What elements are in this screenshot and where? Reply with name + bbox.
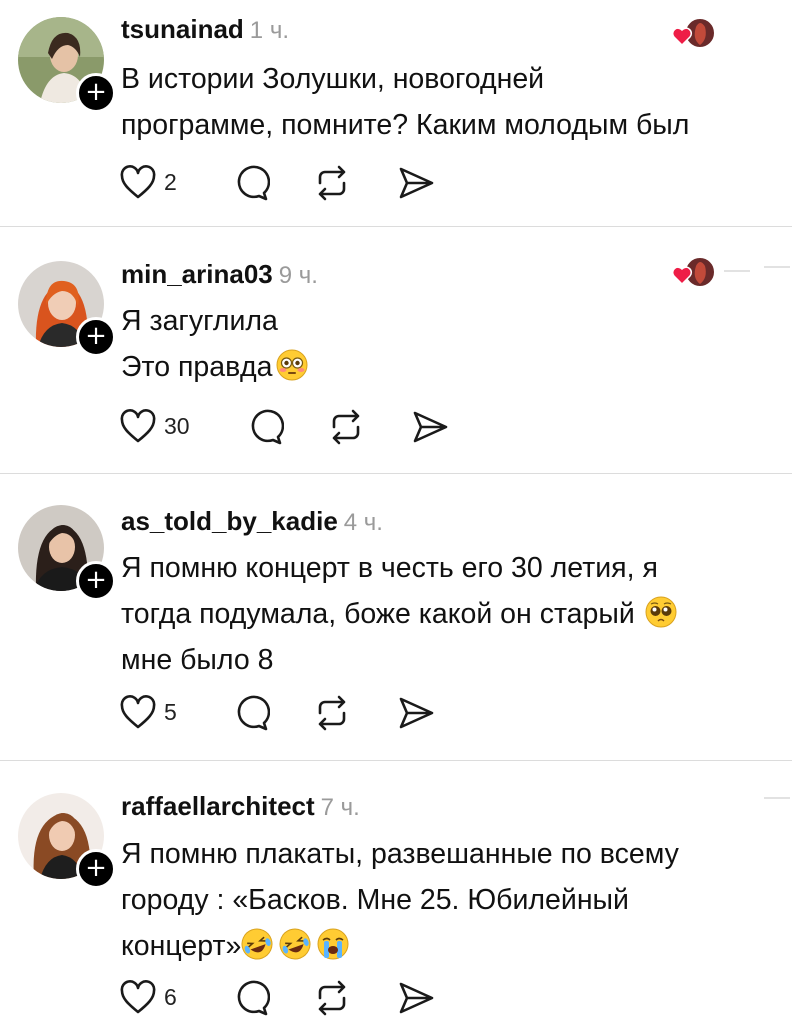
username[interactable]: min_arina03 <box>121 259 273 289</box>
comment-text: Я помню концерт в честь его 30 летия, я … <box>121 545 761 683</box>
follow-plus-icon[interactable]: + <box>76 73 116 113</box>
divider <box>0 473 792 474</box>
timestamp: 9 ч. <box>278 262 318 289</box>
comment-text: Я помню плакаты, развешанные по всему го… <box>121 831 761 969</box>
heart-outline-icon <box>120 165 156 199</box>
comment-text: В истории Золушки, новогодней программе,… <box>121 56 761 148</box>
like-button[interactable]: 2 <box>118 163 188 203</box>
like-count: 6 <box>164 984 177 1010</box>
reply-button[interactable] <box>244 407 284 447</box>
username[interactable]: as_told_by_kadie <box>121 506 338 536</box>
menu-dash <box>764 266 790 268</box>
repost-icon <box>332 409 360 445</box>
menu-dash <box>724 270 750 272</box>
comment-text-line: Я помню концерт в честь его 30 летия, я <box>121 552 658 584</box>
pleading-face-emoji <box>645 596 677 628</box>
speech-bubble-icon <box>237 695 270 731</box>
comment-text: Я загуглила Это правда <box>121 298 761 390</box>
like-button[interactable]: 6 <box>118 978 188 1018</box>
like-count: 5 <box>164 699 177 725</box>
comment-text-line: концерт» <box>121 923 761 969</box>
comment-header: tsunainad 1 ч. <box>121 14 289 45</box>
send-icon <box>413 411 448 443</box>
speech-bubble-icon <box>237 165 270 201</box>
avatar-container[interactable]: + <box>18 505 116 601</box>
reply-button[interactable] <box>230 978 270 1018</box>
like-button[interactable]: 5 <box>118 693 188 733</box>
comment-text-line: мне было 8 <box>121 644 274 676</box>
send-icon <box>399 982 434 1014</box>
timestamp: 7 ч. <box>320 794 360 821</box>
comment-text-line: Я загуглила <box>121 305 278 337</box>
repost-icon <box>318 980 346 1016</box>
follow-plus-icon[interactable]: + <box>76 561 116 601</box>
reply-button[interactable] <box>230 163 270 203</box>
username[interactable]: raffaellarchitect <box>121 791 315 821</box>
repost-icon <box>318 695 346 731</box>
like-count: 30 <box>164 413 190 439</box>
timestamp: 4 ч. <box>343 509 383 536</box>
loudly-crying-face-emoji <box>317 928 349 960</box>
menu-dash <box>764 797 790 799</box>
comment-header: as_told_by_kadie 4 ч. <box>121 506 383 537</box>
heart-outline-icon <box>120 980 156 1014</box>
timestamp: 1 ч. <box>249 17 289 44</box>
comment-text-line: программе, помните? Каким молодым был <box>121 109 690 141</box>
comment-text-line: городу : «Басков. Мне 25. Юбилейный <box>121 884 629 916</box>
repost-button[interactable] <box>312 693 352 733</box>
liked-by-author-indicator <box>671 256 718 290</box>
heart-outline-icon <box>120 409 156 443</box>
send-icon <box>399 697 434 729</box>
comment-header: raffaellarchitect 7 ч. <box>121 791 360 822</box>
follow-plus-icon[interactable]: + <box>76 849 116 889</box>
avatar-container[interactable]: + <box>18 261 116 357</box>
avatar-container[interactable]: + <box>18 17 116 113</box>
comment-text-line: Я помню плакаты, развешанные по всему <box>121 838 679 870</box>
repost-icon <box>318 165 346 201</box>
share-button[interactable] <box>396 978 436 1018</box>
liked-by-author-indicator <box>671 17 718 51</box>
share-button[interactable] <box>396 163 436 203</box>
like-count: 2 <box>164 169 177 195</box>
divider <box>0 760 792 761</box>
speech-bubble-icon <box>251 409 284 445</box>
share-button[interactable] <box>396 693 436 733</box>
comment-text-line: Это правда <box>121 344 761 390</box>
repost-button[interactable] <box>326 407 366 447</box>
send-icon <box>399 167 434 199</box>
heart-outline-icon <box>120 695 156 729</box>
repost-button[interactable] <box>312 978 352 1018</box>
follow-plus-icon[interactable]: + <box>76 317 116 357</box>
like-button[interactable]: 30 <box>118 407 198 447</box>
avatar-container[interactable]: + <box>18 793 116 889</box>
comment-text-line: В истории Золушки, новогодней <box>121 63 545 95</box>
repost-button[interactable] <box>312 163 352 203</box>
rolling-on-floor-laughing-emoji <box>241 928 273 960</box>
username[interactable]: tsunainad <box>121 14 244 44</box>
comment-header: min_arina03 9 ч. <box>121 259 318 290</box>
reply-button[interactable] <box>230 693 270 733</box>
speech-bubble-icon <box>237 980 270 1016</box>
flushed-face-emoji <box>276 349 308 381</box>
divider <box>0 226 792 227</box>
rolling-on-floor-laughing-emoji <box>279 928 311 960</box>
comment-text-line: тогда подумала, боже какой он старый <box>121 591 761 637</box>
share-button[interactable] <box>410 407 450 447</box>
